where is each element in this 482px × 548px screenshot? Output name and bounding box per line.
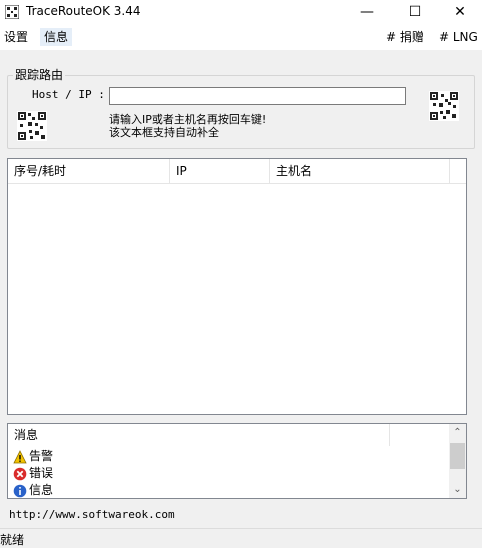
scroll-down-icon[interactable]: ⌄	[449, 481, 466, 498]
host-ip-input[interactable]	[109, 87, 406, 105]
menu-bar: 设置 信息 # 捐赠 # LNG	[0, 24, 482, 50]
close-button[interactable]: ✕	[437, 0, 482, 24]
info-icon	[13, 484, 27, 497]
column-header-hop-time[interactable]: 序号/耗时	[8, 159, 170, 183]
results-table[interactable]: 序号/耗时 IP 主机名	[7, 158, 467, 415]
hint-line-2: 该文本框支持自动补全	[109, 126, 219, 139]
menu-donate[interactable]: # 捐赠	[382, 28, 428, 46]
hint-line-1: 请输入IP或者主机名再按回车键!	[109, 113, 267, 126]
minimize-button[interactable]: —	[344, 0, 390, 24]
status-bar: 就绪	[0, 528, 482, 547]
table-header: 序号/耗时 IP 主机名	[8, 159, 466, 184]
error-icon	[13, 467, 27, 480]
message-item-warning[interactable]: 告警	[13, 448, 53, 465]
host-hint: 请输入IP或者主机名再按回车键! 该文本框支持自动补全	[109, 113, 266, 139]
status-text: 就绪	[0, 533, 25, 547]
host-ip-label: Host / IP :	[32, 88, 105, 101]
app-icon	[5, 5, 19, 19]
messages-scrollbar[interactable]: ⌃ ⌄	[449, 424, 466, 498]
trace-route-group-label: 跟踪路由	[13, 66, 66, 83]
message-item-info[interactable]: 信息	[13, 482, 54, 498]
messages-panel[interactable]: 消息 告警 错误 信息 ⌃ ⌄	[7, 423, 467, 499]
scroll-up-icon[interactable]: ⌃	[449, 424, 466, 441]
column-header-hostname[interactable]: 主机名	[270, 159, 450, 183]
menu-language[interactable]: # LNG	[435, 28, 482, 46]
warning-icon	[13, 449, 27, 463]
menu-settings[interactable]: 设置	[0, 28, 32, 46]
message-label: 信息	[29, 483, 54, 497]
qr-code-icon[interactable]	[429, 91, 459, 121]
website-link[interactable]: http://www.softwareok.com	[9, 508, 175, 521]
message-item-error[interactable]: 错误	[13, 465, 53, 482]
scroll-thumb[interactable]	[450, 443, 465, 469]
messages-header[interactable]: 消息	[8, 424, 390, 446]
qr-code-icon[interactable]	[17, 111, 47, 141]
maximize-button[interactable]: ☐	[392, 0, 438, 24]
menu-info[interactable]: 信息	[40, 28, 73, 46]
title-bar: TraceRouteOK 3.44 — ☐ ✕	[0, 0, 482, 24]
message-label: 告警	[29, 449, 54, 463]
column-header-ip[interactable]: IP	[170, 159, 270, 183]
window-title: TraceRouteOK 3.44	[26, 4, 141, 18]
message-label: 错误	[29, 466, 54, 480]
